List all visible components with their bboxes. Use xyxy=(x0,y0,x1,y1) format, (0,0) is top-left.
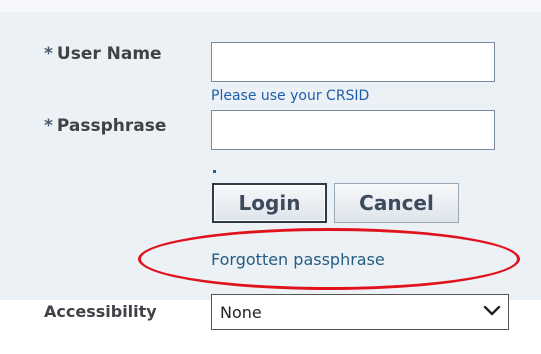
username-hint: Please use your CRSID xyxy=(211,88,370,104)
highlight-ellipse xyxy=(138,228,520,290)
username-label: * User Name xyxy=(44,44,162,64)
cancel-button-label: Cancel xyxy=(359,191,434,215)
separator-dot xyxy=(213,170,216,173)
passphrase-input[interactable] xyxy=(211,110,495,150)
required-marker: * xyxy=(44,116,53,136)
accessibility-selected-value: None xyxy=(220,302,262,322)
accessibility-select[interactable]: None xyxy=(211,294,509,330)
login-button[interactable]: Login xyxy=(212,183,327,223)
passphrase-label-text: Passphrase xyxy=(56,116,167,136)
login-panel: * User Name Please use your CRSID * Passph… xyxy=(0,0,541,300)
panel-top-edge xyxy=(0,0,541,12)
username-input[interactable] xyxy=(211,42,495,82)
username-label-text: User Name xyxy=(56,44,162,64)
required-marker: * xyxy=(44,44,53,64)
accessibility-label: Accessibility xyxy=(44,302,157,321)
chevron-down-icon xyxy=(483,305,501,316)
cancel-button[interactable]: Cancel xyxy=(334,183,459,223)
login-button-label: Login xyxy=(238,191,301,215)
passphrase-label: * Passphrase xyxy=(44,116,166,136)
